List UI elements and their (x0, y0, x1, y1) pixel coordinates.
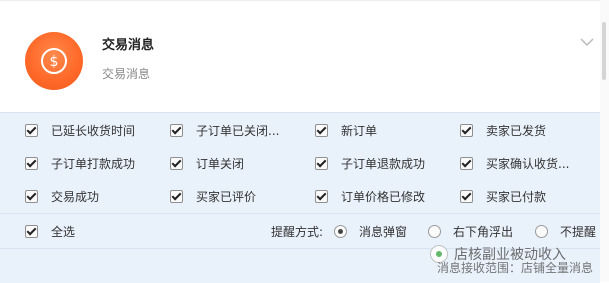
checkbox-checked-icon[interactable] (170, 156, 183, 170)
option-checkbox[interactable]: 买家已评价 (170, 188, 256, 204)
option-checkbox[interactable]: 订单价格已修改 (315, 188, 425, 204)
remind-corner-radio[interactable]: 右下角浮出 (428, 223, 513, 240)
checkbox-checked-icon[interactable] (315, 156, 328, 170)
scrollbar-thumb[interactable] (602, 22, 606, 80)
checkbox-checked-icon[interactable] (25, 224, 38, 238)
radio-unselected-icon[interactable] (428, 225, 441, 238)
option-checkbox[interactable]: 买家已付款 (460, 188, 546, 204)
option-label: 子订单已关闭... (196, 123, 280, 138)
watermark-line2: 消息接收范围：店铺全量消息 (437, 261, 594, 275)
option-checkbox[interactable]: 子订单退款成功 (315, 155, 425, 171)
coin-icon: $ (41, 48, 67, 74)
checkbox-checked-icon[interactable] (460, 189, 473, 203)
checkbox-checked-icon[interactable] (315, 189, 328, 203)
checkbox-checked-icon[interactable] (315, 123, 328, 137)
option-checkbox[interactable]: 新订单 (315, 122, 377, 138)
option-checkbox[interactable]: 订单关闭 (170, 155, 244, 171)
checkbox-checked-icon[interactable] (25, 156, 38, 170)
select-all-checkbox[interactable]: 全选 (25, 223, 75, 239)
option-checkbox[interactable]: 已延长收货时间 (25, 122, 135, 138)
checkbox-checked-icon[interactable] (25, 123, 38, 137)
checkbox-checked-icon[interactable] (460, 156, 473, 170)
option-label: 订单价格已修改 (341, 189, 426, 204)
option-checkbox[interactable]: 卖家已发货 (460, 122, 546, 138)
remind-popup-radio[interactable]: 消息弹窗 (334, 223, 407, 240)
option-checkbox[interactable]: 子订单打款成功 (25, 155, 135, 171)
radio-label: 消息弹窗 (359, 225, 408, 239)
option-checkbox[interactable]: 交易成功 (25, 188, 99, 204)
radio-label: 右下角浮出 (453, 225, 514, 239)
option-label: 订单关闭 (196, 156, 245, 171)
option-checkbox[interactable]: 子订单已关闭... (170, 122, 279, 138)
option-checkbox[interactable]: 买家确认收货... (460, 155, 569, 171)
option-label: 买家已评价 (196, 189, 257, 204)
checkbox-checked-icon[interactable] (460, 123, 473, 137)
chevron-down-icon[interactable] (580, 37, 594, 47)
panel-divider (0, 213, 600, 214)
checkbox-checked-icon[interactable] (170, 123, 183, 137)
checkbox-checked-icon[interactable] (25, 189, 38, 203)
message-card-header[interactable]: $ 交易消息 交易消息 (0, 0, 600, 113)
radio-label: 不提醒 (560, 225, 597, 239)
option-label: 买家确认收货... (486, 156, 570, 171)
option-label: 交易成功 (51, 189, 100, 204)
remind-none-radio[interactable]: 不提醒 (535, 223, 596, 240)
option-label: 已延长收货时间 (51, 123, 136, 138)
option-label: 买家已付款 (486, 189, 547, 204)
card-subtitle: 交易消息 (102, 67, 151, 81)
option-label: 子订单退款成功 (341, 156, 426, 171)
radio-unselected-icon[interactable] (535, 225, 548, 238)
trade-message-avatar: $ (25, 32, 83, 90)
svg-text:$: $ (50, 54, 59, 70)
option-label: 卖家已发货 (486, 123, 547, 138)
select-all-label: 全选 (51, 224, 76, 239)
remind-mode-label: 提醒方式: (271, 225, 324, 239)
card-title: 交易消息 (102, 38, 155, 53)
radio-selected-icon[interactable] (334, 225, 347, 238)
option-label: 子订单打款成功 (51, 156, 136, 171)
checkbox-checked-icon[interactable] (170, 189, 183, 203)
option-label: 新订单 (341, 123, 378, 138)
